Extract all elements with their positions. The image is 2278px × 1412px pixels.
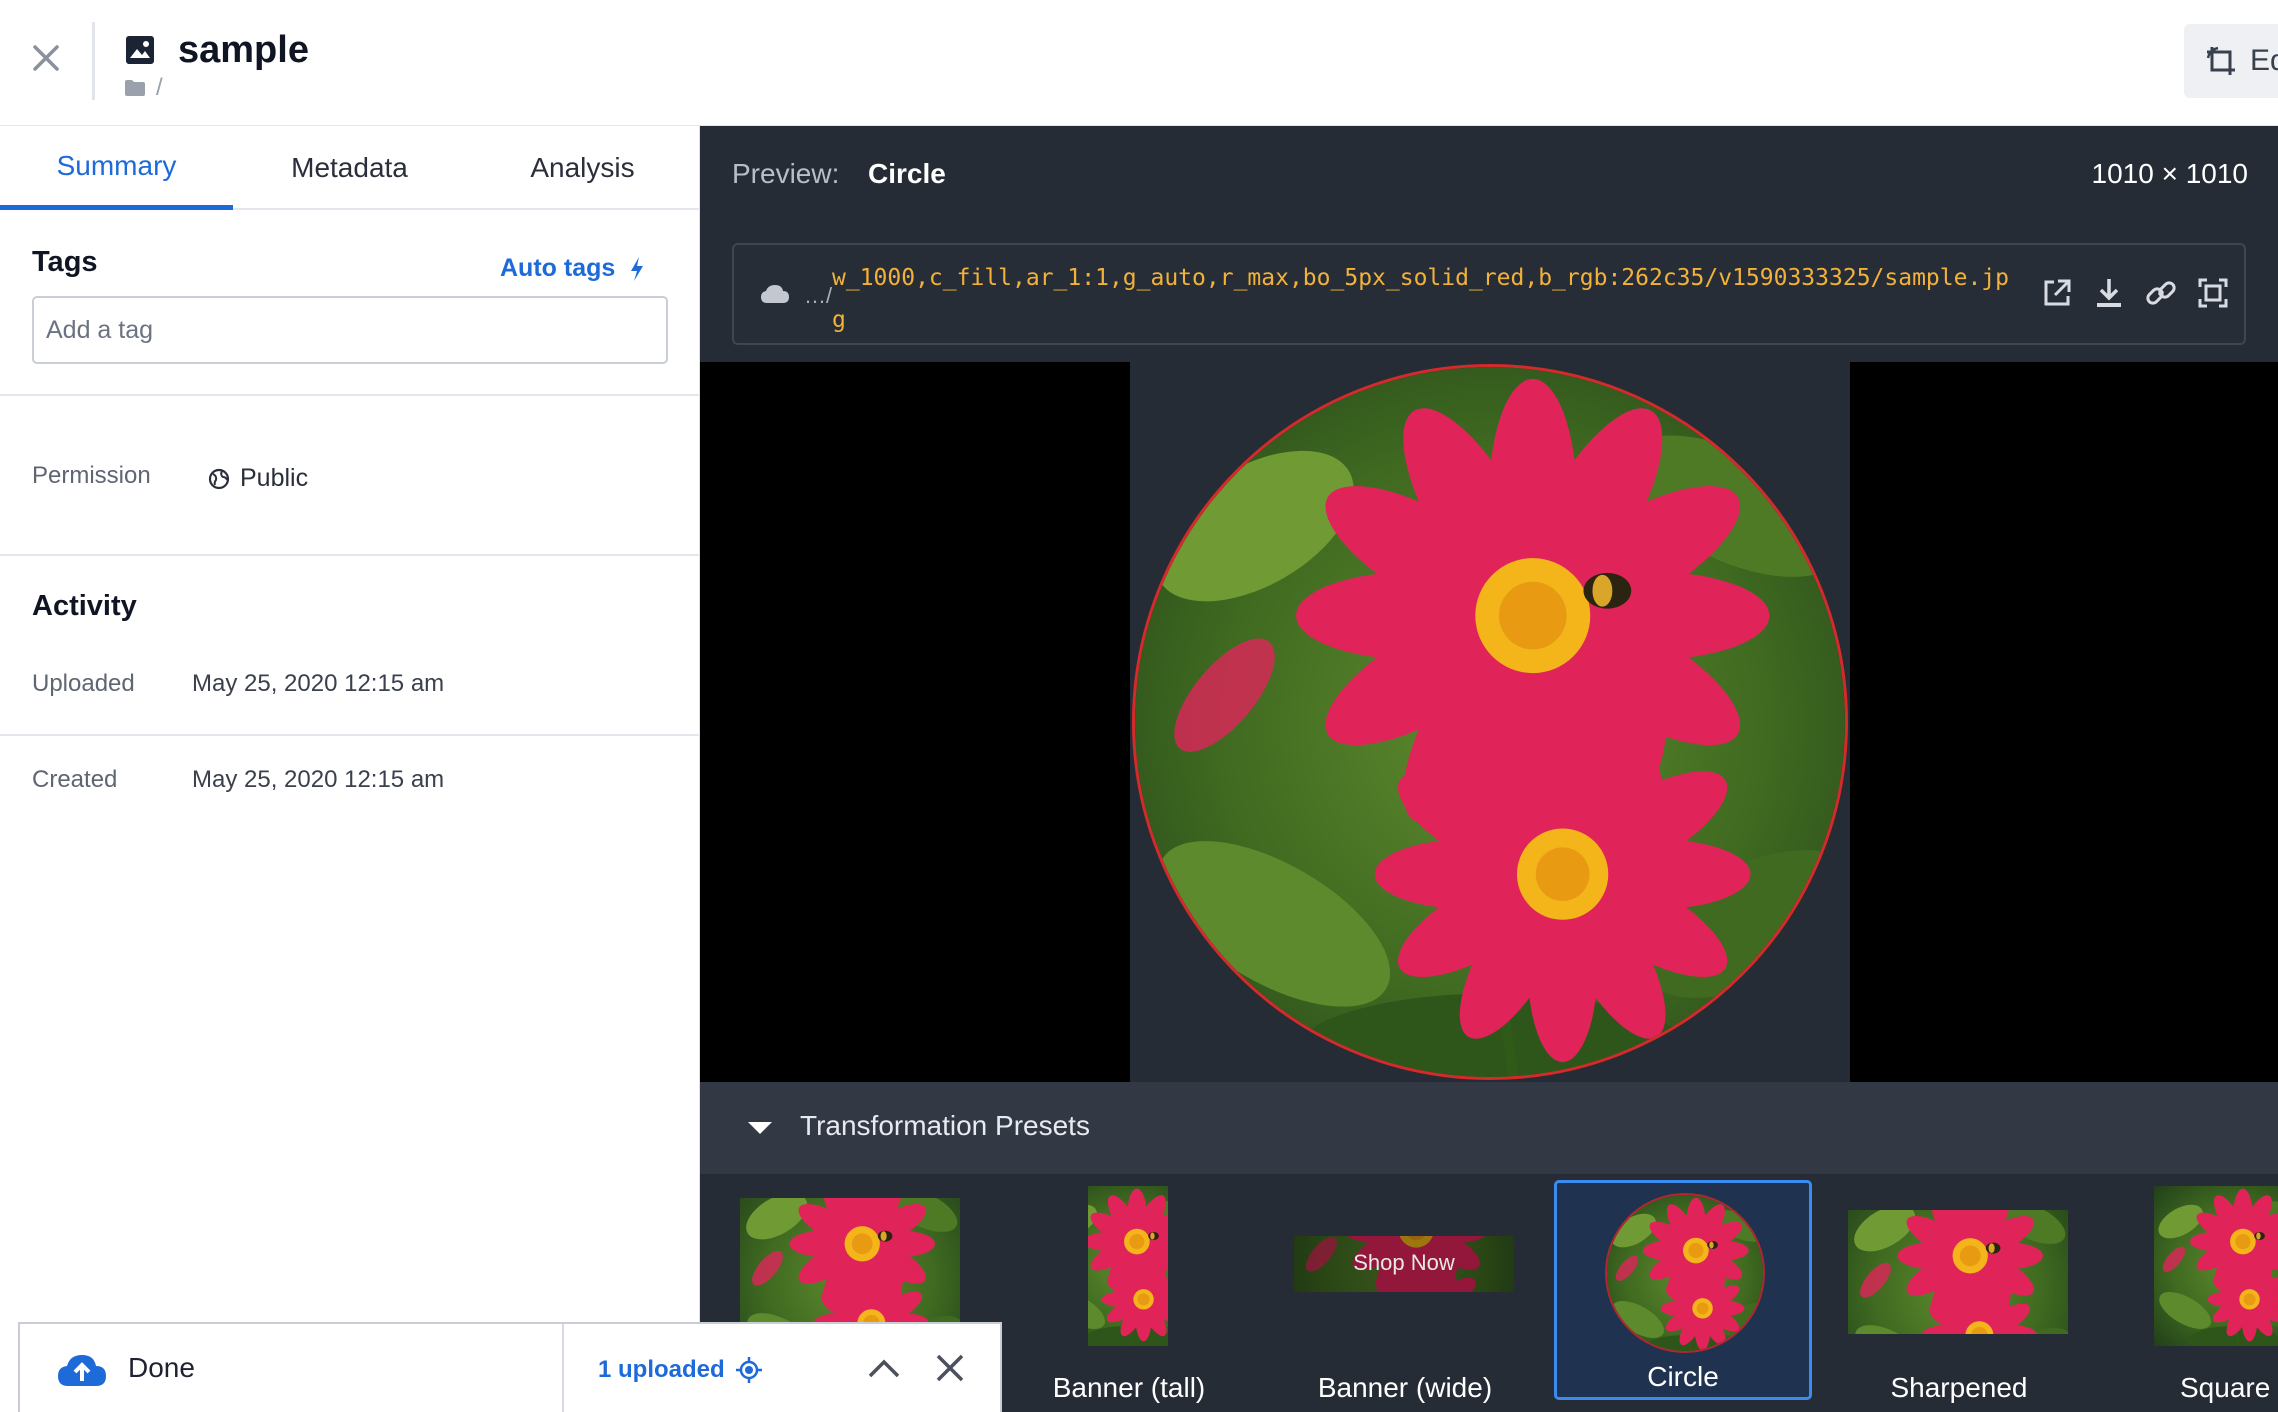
preset-sharpened[interactable]: Sharpened bbox=[1848, 1186, 2070, 1408]
preset-banner-wide[interactable]: Shop Now Banner (wide) bbox=[1294, 1186, 1516, 1408]
lightning-icon bbox=[631, 256, 644, 281]
globe-icon bbox=[208, 468, 230, 489]
preset-label: Sharpened bbox=[1890, 1372, 2028, 1403]
close-icon bbox=[33, 45, 59, 71]
preset-thumbnail bbox=[1848, 1210, 2068, 1334]
created-value: May 25, 2020 12:15 am bbox=[192, 766, 445, 793]
preset-square[interactable]: Square bbox=[2132, 1186, 2278, 1408]
tab-analysis[interactable]: Analysis bbox=[466, 126, 699, 210]
uploaded-value: May 25, 2020 12:15 am bbox=[192, 670, 445, 697]
expand-toast-button[interactable] bbox=[862, 1346, 906, 1390]
preview-panel: Preview: Circle 1010 × 1010 …/ w_1000,c_… bbox=[700, 126, 2278, 1412]
locate-icon bbox=[735, 1357, 762, 1383]
permission-label: Permission bbox=[32, 462, 151, 489]
close-button[interactable] bbox=[26, 38, 66, 78]
upload-status: Done bbox=[128, 1352, 195, 1383]
header-divider bbox=[92, 22, 95, 100]
image-dimensions: 1010 × 1010 bbox=[2091, 158, 2249, 189]
preset-thumbnail bbox=[1088, 1186, 1168, 1346]
preset-circle[interactable]: Circle bbox=[1554, 1180, 1812, 1400]
preview-header: Preview: Circle 1010 × 1010 bbox=[700, 126, 2278, 222]
url-prefix: …/ bbox=[804, 283, 833, 308]
divider bbox=[0, 394, 700, 396]
tab-metadata[interactable]: Metadata bbox=[233, 126, 466, 210]
copy-link-button[interactable] bbox=[2144, 275, 2178, 311]
external-link-icon bbox=[2044, 279, 2071, 306]
preview-canvas bbox=[1130, 362, 1850, 1082]
tags-heading: Tags bbox=[32, 246, 98, 278]
tab-summary[interactable]: Summary bbox=[0, 126, 233, 210]
preset-thumbnail bbox=[740, 1198, 960, 1322]
preset-thumbnail: Shop Now bbox=[1294, 1236, 1514, 1292]
cloud-upload-icon bbox=[58, 1355, 106, 1386]
preset-label: Square bbox=[2180, 1372, 2271, 1403]
preset-banner-tall[interactable]: Banner (tall) bbox=[1018, 1186, 1240, 1408]
divider bbox=[0, 554, 700, 556]
cloud-icon bbox=[761, 285, 789, 303]
uploaded-count: 1 uploaded bbox=[598, 1356, 725, 1383]
tag-input[interactable] bbox=[32, 296, 668, 364]
caret-down-icon bbox=[748, 1122, 772, 1134]
preset-thumbnail bbox=[1601, 1191, 1767, 1355]
details-tabs: Summary Metadata Analysis bbox=[0, 126, 700, 210]
open-in-new-tab-button[interactable] bbox=[2040, 275, 2074, 311]
created-label: Created bbox=[32, 766, 118, 793]
auto-tags-button[interactable]: Auto tags bbox=[500, 254, 645, 283]
banner-overlay-text: Shop Now bbox=[1353, 1250, 1455, 1275]
download-button[interactable] bbox=[2092, 275, 2126, 311]
upload-status-toast: Done 1 uploaded bbox=[18, 1322, 1002, 1412]
auto-tags-label: Auto tags bbox=[500, 254, 616, 282]
fit-view-button[interactable] bbox=[2196, 275, 2230, 311]
preset-label: Circle bbox=[1647, 1361, 1719, 1392]
chevron-up-icon bbox=[868, 1359, 900, 1378]
link-icon bbox=[2146, 281, 2176, 305]
presets-header[interactable]: Transformation Presets bbox=[700, 1082, 2278, 1174]
divider bbox=[0, 734, 700, 736]
preset-label: Banner (wide) bbox=[1317, 1372, 1493, 1403]
delivery-url-box[interactable]: …/ w_1000,c_fill,ar_1:1,g_auto,r_max,bo_… bbox=[732, 243, 2246, 345]
preview-name: Circle bbox=[868, 158, 946, 189]
edit-button-label: Ed bbox=[2250, 44, 2278, 77]
url-actions bbox=[2040, 275, 2230, 311]
toast-divider bbox=[562, 1324, 564, 1412]
presets-title: Transformation Presets bbox=[800, 1110, 1090, 1141]
edit-button[interactable]: Ed bbox=[2184, 24, 2278, 98]
download-icon bbox=[2097, 279, 2121, 307]
delivery-url[interactable]: w_1000,c_fill,ar_1:1,g_auto,r_max,bo_5px… bbox=[832, 257, 2022, 341]
permission-value-text: Public bbox=[240, 464, 309, 492]
folder-icon bbox=[125, 80, 145, 96]
uploaded-count-link[interactable]: 1 uploaded bbox=[598, 1356, 763, 1384]
top-header: sample / Ed bbox=[0, 0, 2278, 126]
activity-heading: Activity bbox=[32, 590, 137, 622]
details-panel: Summary Metadata Analysis Tags Auto tags… bbox=[0, 126, 700, 1412]
folder-path-text: / bbox=[156, 74, 163, 101]
permission-value[interactable]: Public bbox=[208, 464, 308, 493]
preset-thumbnail bbox=[2154, 1186, 2278, 1346]
crop-icon bbox=[2206, 46, 2235, 75]
close-icon bbox=[936, 1354, 964, 1382]
preview-stage bbox=[700, 362, 2278, 1082]
breadcrumb[interactable]: / bbox=[124, 74, 163, 102]
preview-image bbox=[1132, 364, 1848, 1080]
preset-label: Banner (tall) bbox=[1052, 1372, 1206, 1403]
fit-screen-icon bbox=[2198, 278, 2228, 308]
preview-label: Preview: bbox=[732, 158, 840, 189]
uploaded-label: Uploaded bbox=[32, 670, 135, 697]
image-icon bbox=[126, 36, 154, 64]
asset-title: sample bbox=[178, 29, 309, 71]
close-toast-button[interactable] bbox=[928, 1346, 972, 1390]
